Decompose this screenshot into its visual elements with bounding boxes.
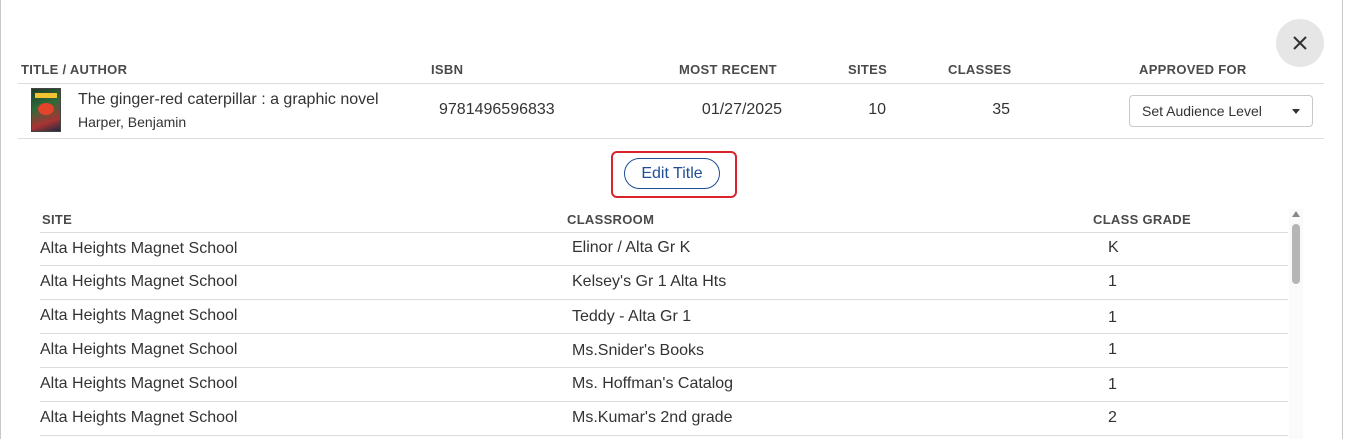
site-cell: Alta Heights Magnet School (40, 375, 238, 392)
classroom-cell: Ms.Kumar's 2nd grade (572, 409, 733, 426)
scrollbar-thumb[interactable] (1292, 224, 1300, 284)
site-cell: Alta Heights Magnet School (40, 240, 238, 257)
divider (40, 333, 1288, 334)
header-site: SITE (42, 212, 73, 227)
classroom-cell: Ms.Snider's Books (572, 342, 704, 359)
divider (40, 367, 1288, 368)
caret-down-icon (1292, 109, 1300, 114)
audience-level-select-value: Set Audience Level (1142, 103, 1262, 119)
grade-cell: 1 (1108, 273, 1117, 290)
divider (18, 138, 1324, 139)
grade-cell: 2 (1108, 409, 1117, 426)
grade-cell: 1 (1108, 376, 1117, 393)
header-classroom: CLASSROOM (567, 212, 655, 227)
scroll-up-arrow-icon[interactable] (1292, 211, 1300, 217)
site-cell: Alta Heights Magnet School (40, 273, 238, 290)
classroom-cell: Teddy - Alta Gr 1 (572, 308, 692, 325)
book-cover-image (31, 88, 61, 132)
header-title-author: TITLE / AUTHOR (21, 62, 128, 77)
edit-title-button[interactable]: Edit Title (624, 158, 720, 189)
divider (18, 83, 1324, 84)
grade-cell: 1 (1108, 309, 1117, 326)
sites-count: 10 (868, 101, 886, 118)
isbn-value: 9781496596833 (439, 101, 555, 118)
divider (40, 232, 1288, 233)
divider (40, 401, 1288, 402)
site-cell: Alta Heights Magnet School (40, 307, 238, 324)
header-approved-for: APPROVED FOR (1139, 62, 1247, 77)
divider (40, 299, 1288, 300)
site-cell: Alta Heights Magnet School (40, 409, 238, 426)
header-isbn: ISBN (431, 62, 464, 77)
classes-count: 35 (992, 101, 1010, 118)
audience-level-select[interactable]: Set Audience Level (1129, 95, 1313, 127)
book-author: Harper, Benjamin (78, 114, 187, 130)
divider (40, 265, 1288, 266)
close-icon (1293, 36, 1307, 50)
site-cell: Alta Heights Magnet School (40, 341, 238, 358)
grade-cell: K (1108, 239, 1119, 256)
classroom-cell: Elinor / Alta Gr K (572, 239, 691, 256)
divider (40, 435, 1288, 436)
grade-cell: 1 (1108, 341, 1117, 358)
header-classes: CLASSES (948, 62, 1012, 77)
header-most-recent: MOST RECENT (679, 62, 777, 77)
classroom-cell: Kelsey's Gr 1 Alta Hts (572, 273, 727, 290)
most-recent-value: 01/27/2025 (701, 101, 782, 118)
close-button[interactable] (1276, 19, 1324, 67)
header-sites: SITES (848, 62, 888, 77)
book-title: The ginger-red caterpillar : a graphic n… (78, 91, 379, 108)
classroom-cell: Ms. Hoffman's Catalog (572, 375, 734, 392)
header-class-grade: CLASS GRADE (1093, 212, 1191, 227)
